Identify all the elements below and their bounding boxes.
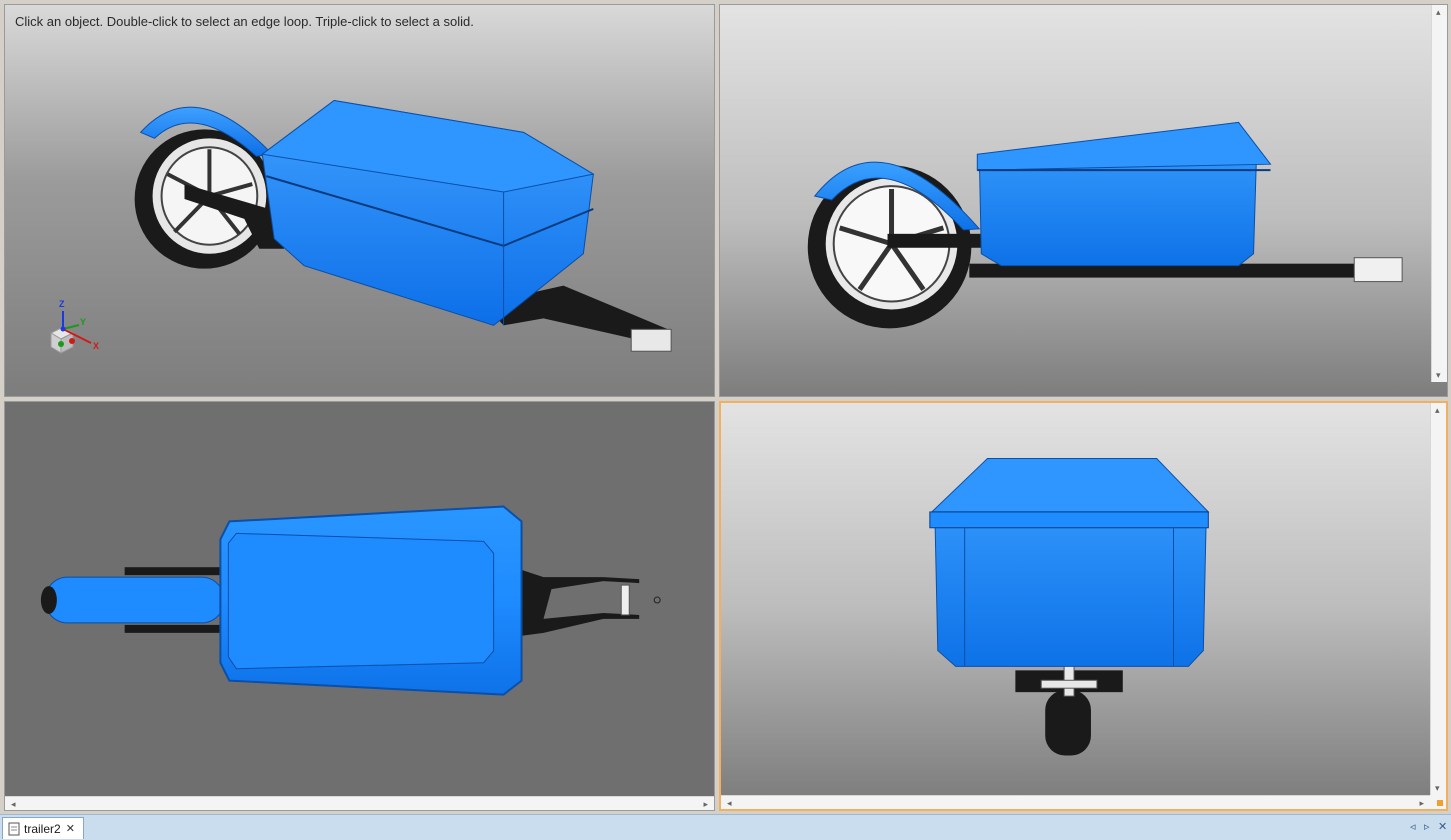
scroll-left-arrow[interactable]: ◂ xyxy=(11,799,16,809)
scroll-right-arrow[interactable]: ▸ xyxy=(703,799,708,809)
triad-y-label: Y xyxy=(80,317,87,327)
isometric-view-render xyxy=(5,5,714,396)
scroll-left-arrow[interactable]: ◂ xyxy=(727,798,732,808)
front-view-render xyxy=(721,403,1446,809)
scroll-right-arrow[interactable]: ▸ xyxy=(1419,798,1424,808)
viewport-isometric[interactable]: Click an object. Double-click to select … xyxy=(4,4,715,397)
scrollbar-corner xyxy=(1430,795,1446,809)
document-icon xyxy=(8,822,20,835)
scroll-down-arrow[interactable]: ▾ xyxy=(1435,783,1440,793)
horizontal-scrollbar-front[interactable]: ◂ ▸ xyxy=(721,795,1430,809)
scroll-down-arrow[interactable]: ▾ xyxy=(1436,370,1441,380)
next-tab-button[interactable]: ▹ xyxy=(1424,820,1430,833)
vertical-scrollbar-front[interactable]: ▴ ▾ xyxy=(1430,403,1446,795)
document-tab-bar: trailer2 ✕ ◃ ▹ ✕ xyxy=(0,814,1451,840)
resize-grip-icon[interactable] xyxy=(1437,800,1443,806)
document-tab[interactable]: trailer2 ✕ xyxy=(2,817,84,839)
close-document-button[interactable]: ✕ xyxy=(1438,820,1447,833)
document-tab-label: trailer2 xyxy=(24,821,61,836)
triad-z-label: Z xyxy=(59,299,65,309)
triad-x-label: X xyxy=(93,341,100,351)
previous-tab-button[interactable]: ◃ xyxy=(1410,820,1416,833)
scroll-up-arrow[interactable]: ▴ xyxy=(1435,405,1440,415)
view-triad[interactable]: Z Y X xyxy=(45,297,105,357)
side-view-render xyxy=(720,5,1447,396)
viewport-side[interactable]: ▴ ▾ xyxy=(719,4,1448,397)
viewport-top[interactable]: ◂ ▸ xyxy=(4,401,715,811)
viewport-front[interactable]: ▴ ▾ ◂ ▸ xyxy=(719,401,1448,811)
vertical-scrollbar-side[interactable]: ▴ ▾ xyxy=(1431,5,1447,382)
selection-hint-text: Click an object. Double-click to select … xyxy=(15,14,474,29)
horizontal-scrollbar-top-view[interactable]: ◂ ▸ xyxy=(5,796,714,810)
top-view-render xyxy=(5,402,714,810)
close-tab-button[interactable]: ✕ xyxy=(66,822,75,835)
scroll-up-arrow[interactable]: ▴ xyxy=(1436,7,1441,17)
